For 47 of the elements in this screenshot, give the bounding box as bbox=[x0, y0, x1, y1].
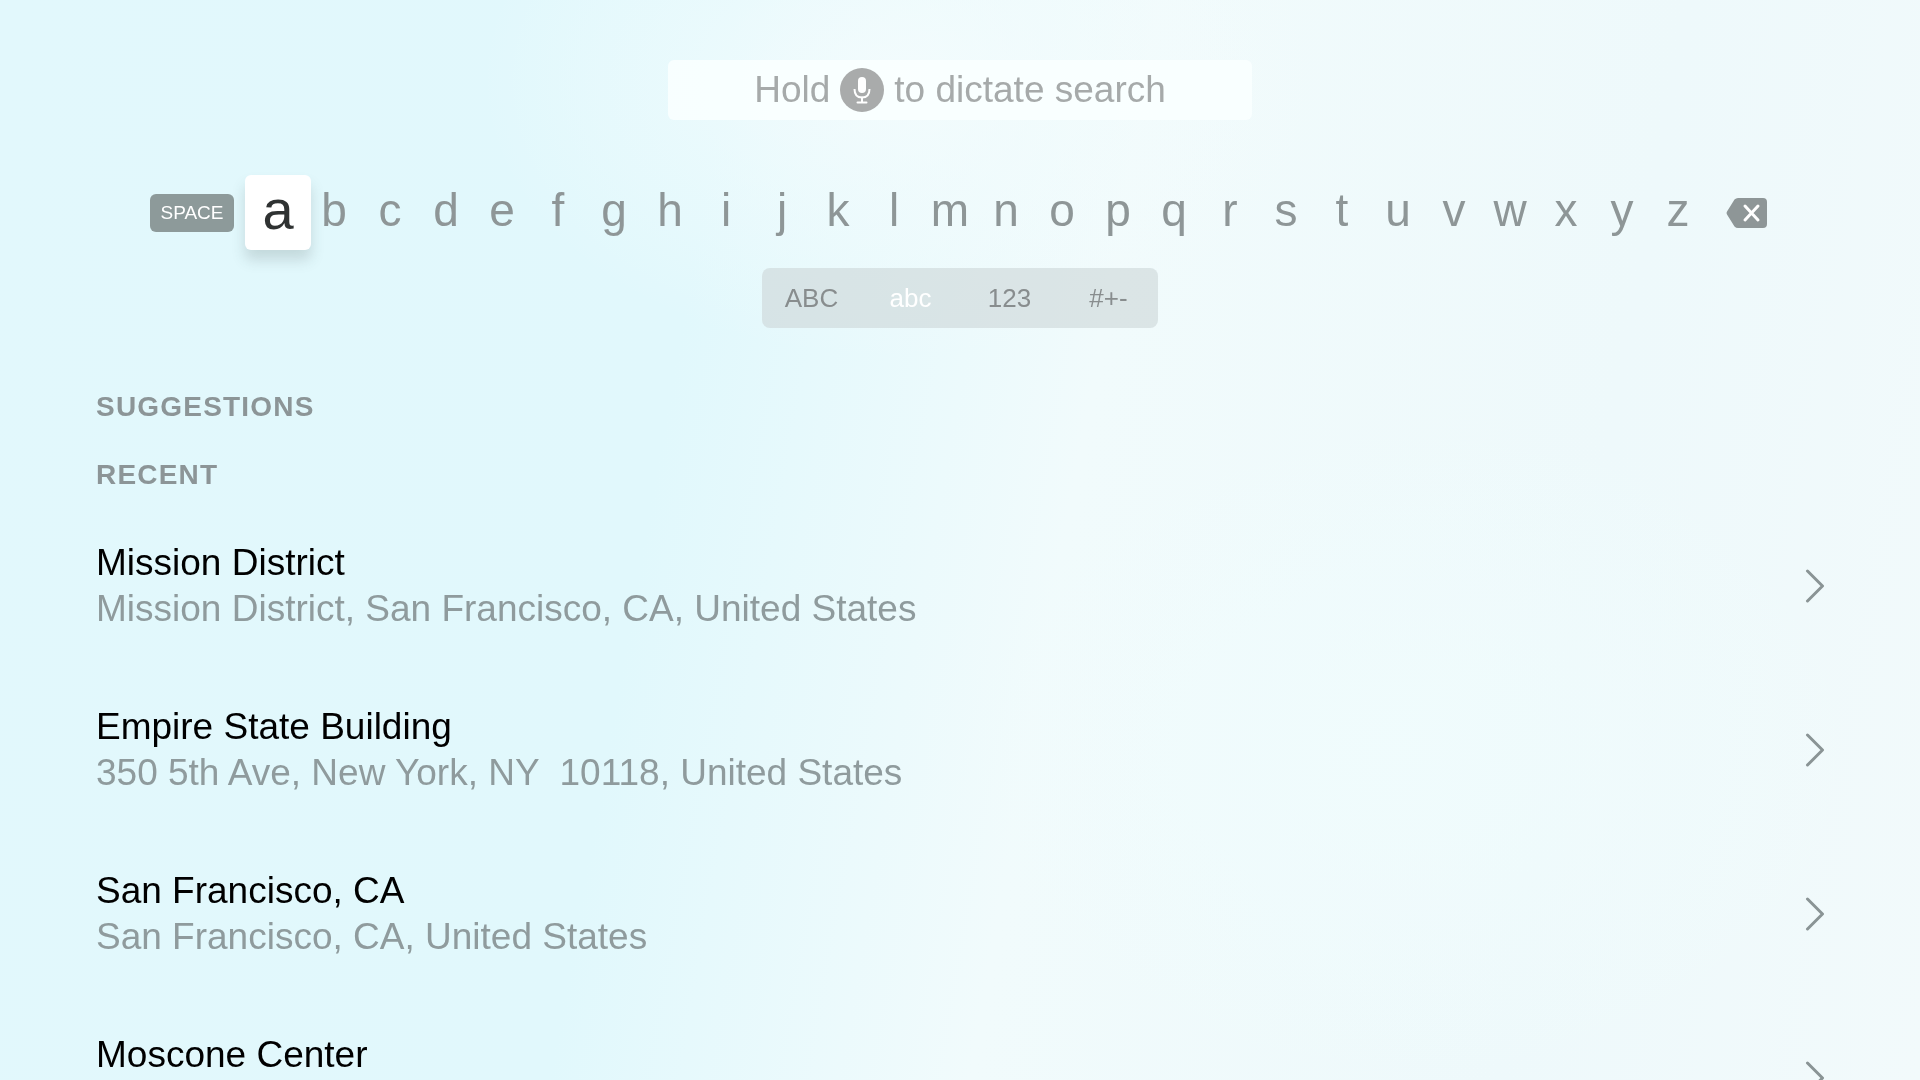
letter-key[interactable]: f bbox=[535, 175, 581, 250]
section-heading: RECENT bbox=[96, 458, 219, 492]
letter-key[interactable]: k bbox=[815, 175, 861, 250]
letter-key[interactable]: g bbox=[591, 175, 637, 250]
letter-key[interactable]: c bbox=[367, 175, 413, 250]
letter-key[interactable]: d bbox=[423, 175, 469, 250]
letter-key[interactable]: e bbox=[479, 175, 525, 250]
letter-key[interactable]: u bbox=[1375, 175, 1421, 250]
place-title[interactable]: San Francisco, CA bbox=[96, 868, 405, 914]
letter-key[interactable]: b bbox=[311, 175, 357, 250]
letter-key[interactable]: r bbox=[1207, 175, 1253, 250]
place-address: Mission District, San Francisco, CA, United States bbox=[96, 587, 917, 631]
mode-tab[interactable]: ABC bbox=[762, 268, 861, 328]
letter-key[interactable]: h bbox=[647, 175, 693, 250]
place-address: 350 5th Ave, New York, NY 10118, United States bbox=[96, 751, 903, 795]
chevron-right-icon bbox=[1805, 569, 1825, 603]
section-heading: SUGGESTIONS bbox=[96, 390, 315, 424]
letter-key[interactable]: p bbox=[1095, 175, 1141, 250]
microphone-icon bbox=[840, 68, 885, 112]
letter-key[interactable]: o bbox=[1039, 175, 1085, 250]
placeholder-text: to dictate search bbox=[894, 68, 1166, 112]
place-title[interactable]: Empire State Building bbox=[96, 704, 452, 750]
mode-tab[interactable]: 123 bbox=[960, 268, 1059, 328]
chevron-right-icon bbox=[1805, 733, 1825, 767]
letter-key[interactable]: l bbox=[871, 175, 917, 250]
letter-key[interactable]: m bbox=[927, 175, 973, 250]
letter-key[interactable]: w bbox=[1487, 175, 1533, 250]
chevron-right-icon bbox=[1805, 897, 1825, 931]
place-title[interactable]: Moscone Center bbox=[96, 1032, 368, 1078]
letter-key[interactable]: x bbox=[1543, 175, 1589, 250]
letter-key[interactable]: t bbox=[1319, 175, 1365, 250]
letter-key[interactable]: i bbox=[703, 175, 749, 250]
letter-key[interactable]: q bbox=[1151, 175, 1197, 250]
letter-key[interactable]: j bbox=[759, 175, 805, 250]
search-field[interactable]: Hold to dictate search bbox=[668, 60, 1252, 120]
mode-tab[interactable]: #+- bbox=[1059, 268, 1158, 328]
letter-key[interactable]: v bbox=[1431, 175, 1477, 250]
letter-key[interactable]: n bbox=[983, 175, 1029, 250]
letter-key[interactable]: y bbox=[1599, 175, 1645, 250]
letter-key[interactable]: s bbox=[1263, 175, 1309, 250]
place-title[interactable]: Mission District bbox=[96, 540, 345, 586]
placeholder-text: Hold bbox=[754, 68, 831, 112]
letter-key[interactable]: a bbox=[245, 175, 311, 250]
space-key[interactable]: SPACE bbox=[150, 193, 234, 232]
place-address: San Francisco, CA, United States bbox=[96, 915, 648, 959]
delete-icon[interactable] bbox=[1726, 196, 1768, 229]
letter-key[interactable]: z bbox=[1655, 175, 1701, 250]
